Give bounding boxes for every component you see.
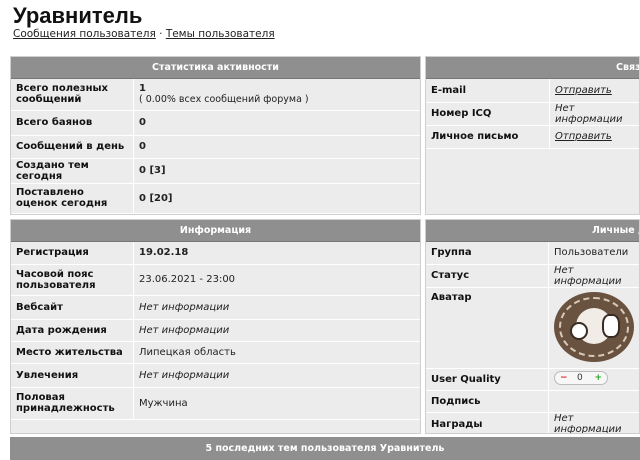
personal-row: Награды Нет информации: [426, 412, 639, 433]
user-quality-cell: − 0 +: [548, 368, 639, 391]
info-row: Место жительства Липецкая область: [11, 341, 420, 364]
info-row: Регистрация 19.02.18: [11, 242, 420, 265]
contact-row: Личное письмо Отправить: [426, 125, 639, 149]
avatar-paw-right: [602, 313, 620, 338]
stat-value: 0: [133, 135, 420, 159]
stat-value: 1 ( 0.00% всех сообщений форума ): [133, 79, 420, 111]
recent-topics-header: 5 последних тем пользователя Уравнитель: [10, 437, 640, 460]
contact-label: Личное письмо: [426, 125, 550, 149]
stat-row: Сообщений в день 0: [11, 135, 420, 159]
info-label: Регистрация: [11, 242, 134, 265]
stat-label: Всего полезных сообщений: [11, 79, 134, 111]
contact-row: E-mail Отправить: [426, 79, 639, 103]
info-value: 19.02.18: [133, 242, 420, 265]
contact-label: Номер ICQ: [426, 102, 550, 126]
info-panel: Информация Регистрация 19.02.18 Часовой …: [10, 219, 421, 434]
personal-label: Аватар: [426, 287, 549, 369]
contacts-panel: Связь E-mail Отправить Номер ICQ Нет инф…: [425, 56, 640, 215]
info-label: Половая принадлежность: [11, 387, 134, 420]
link-separator: ·: [159, 28, 163, 40]
avatar[interactable]: [554, 291, 634, 362]
personal-label: Награды: [426, 412, 549, 433]
personal-value: Пользователи: [548, 242, 639, 265]
stat-value: 0 [3]: [133, 158, 420, 184]
personal-row: Статус Нет информации: [426, 264, 639, 288]
info-label: Дата рождения: [11, 319, 134, 342]
activity-stats-table: Всего полезных сообщений 1 ( 0.00% всех …: [11, 79, 420, 214]
stat-label: Всего баянов: [11, 110, 134, 136]
avatar-cell: [548, 287, 639, 369]
stat-value-main: 1: [139, 83, 146, 95]
info-value: Мужчина: [133, 387, 420, 420]
info-row: Часовой пояс пользователя 23.06.2021 - 2…: [11, 264, 420, 296]
info-label: Часовой пояс пользователя: [11, 264, 134, 296]
recent-topics-title: 5 последних тем пользователя Уравнитель: [205, 443, 445, 454]
info-value: 23.06.2021 - 23:00: [133, 264, 420, 296]
stat-label: Создано тем сегодня: [11, 158, 134, 184]
info-value: Нет информации: [133, 319, 420, 342]
stat-row: Всего баянов 0: [11, 110, 420, 136]
personal-row: Подпись: [426, 390, 639, 413]
profile-links: Сообщения пользователя · Темы пользовате…: [13, 28, 275, 40]
user-messages-link[interactable]: Сообщения пользователя: [13, 28, 156, 40]
quality-plus-button[interactable]: +: [594, 372, 602, 384]
personal-data-panel: Личные данные Группа Пользователи Статус…: [425, 219, 640, 434]
stat-value-sub: ( 0.00% всех сообщений форума ): [139, 94, 309, 106]
personal-data-table: Группа Пользователи Статус Нет информаци…: [426, 242, 639, 433]
personal-row: User Quality − 0 +: [426, 368, 639, 391]
info-label: Увлечения: [11, 363, 134, 388]
info-label: Место жительства: [11, 341, 134, 364]
personal-label: Подпись: [426, 390, 549, 413]
contact-label: E-mail: [426, 79, 550, 103]
personal-row: Группа Пользователи: [426, 242, 639, 265]
stat-row: Поставлено оценок сегодня 0 [20]: [11, 183, 420, 214]
stat-value: 0: [133, 110, 420, 136]
quality-value: 0: [577, 372, 583, 383]
quality-minus-button[interactable]: −: [560, 372, 568, 384]
contacts-table: E-mail Отправить Номер ICQ Нет информаци…: [426, 79, 639, 149]
stat-row: Всего полезных сообщений 1 ( 0.00% всех …: [11, 79, 420, 111]
personal-label: Группа: [426, 242, 549, 265]
info-row: Половая принадлежность Мужчина: [11, 387, 420, 420]
contact-value: Нет информации: [549, 102, 639, 126]
info-table: Регистрация 19.02.18 Часовой пояс пользо…: [11, 242, 420, 420]
info-value: Нет информации: [133, 363, 420, 388]
personal-row: Аватар: [426, 287, 639, 369]
contact-row: Номер ICQ Нет информации: [426, 102, 639, 126]
personal-value: Нет информации: [548, 264, 639, 288]
contacts-header: Связь: [426, 57, 639, 79]
personal-data-header: Личные данные: [426, 220, 639, 242]
avatar-paw-left: [570, 321, 588, 340]
activity-stats-header: Статистика активности: [11, 57, 420, 79]
personal-value: [548, 390, 639, 413]
info-row: Дата рождения Нет информации: [11, 319, 420, 342]
info-value: Нет информации: [133, 295, 420, 320]
email-send-link[interactable]: Отправить: [549, 79, 639, 103]
page-title: Уравнитель: [13, 3, 143, 28]
activity-stats-panel: Статистика активности Всего полезных соо…: [10, 56, 421, 215]
personal-label: User Quality: [426, 368, 549, 391]
info-header: Информация: [11, 220, 420, 242]
personal-label: Статус: [426, 264, 549, 288]
stat-value: 0 [20]: [133, 183, 420, 214]
info-row: Вебсайт Нет информации: [11, 295, 420, 320]
stat-label: Сообщений в день: [11, 135, 134, 159]
personal-value: Нет информации: [548, 412, 639, 433]
user-quality-widget: − 0 +: [554, 370, 608, 385]
user-topics-link[interactable]: Темы пользователя: [166, 28, 275, 40]
info-row: Увлечения Нет информации: [11, 363, 420, 388]
stat-row: Создано тем сегодня 0 [3]: [11, 158, 420, 184]
private-message-link[interactable]: Отправить: [549, 125, 639, 149]
info-value: Липецкая область: [133, 341, 420, 364]
stat-label: Поставлено оценок сегодня: [11, 183, 134, 214]
info-label: Вебсайт: [11, 295, 134, 320]
